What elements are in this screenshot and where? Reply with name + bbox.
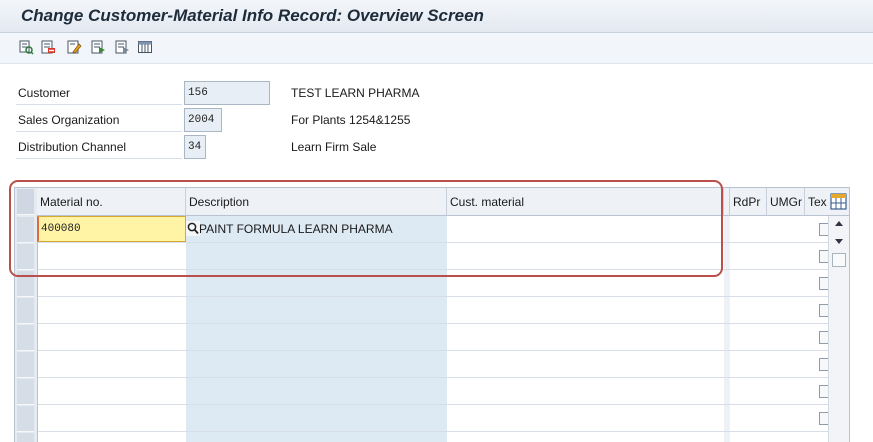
search-help-icon[interactable] (186, 221, 200, 236)
vertical-scrollbar[interactable] (828, 216, 849, 442)
row-selector[interactable] (17, 352, 34, 378)
dist-channel-description: Learn Firm Sale (291, 140, 377, 154)
umgr-column (767, 216, 806, 442)
row-divider (37, 350, 849, 351)
details-icon[interactable] (18, 39, 34, 55)
scroll-up-icon[interactable] (835, 221, 843, 226)
row-selector[interactable] (17, 271, 34, 297)
row-selector[interactable] (17, 298, 34, 324)
sales-org-description: For Plants 1254&1255 (291, 113, 411, 127)
row-selector[interactable] (17, 406, 34, 432)
row-selector[interactable] (17, 217, 34, 243)
customer-description: TEST LEARN PHARMA (291, 86, 420, 100)
col-header-cust-material[interactable]: Cust. material (447, 188, 724, 216)
title-bar: Change Customer-Material Info Record: Ov… (0, 0, 873, 33)
table-settings-icon[interactable] (137, 39, 153, 55)
row-selector[interactable] (17, 244, 34, 270)
delete-row-icon[interactable] (40, 39, 56, 55)
col-header-description[interactable]: Description (186, 188, 447, 216)
row-selector[interactable] (17, 379, 34, 405)
sales-org-label: Sales Organization (16, 108, 182, 132)
scroll-down-icon[interactable] (835, 239, 843, 244)
dist-channel-label: Distribution Channel (16, 135, 182, 159)
select-block-icon[interactable] (114, 39, 130, 55)
row-divider (37, 377, 849, 378)
material-column (37, 216, 187, 442)
scrollbar-thumb[interactable] (832, 253, 846, 267)
description-column (186, 216, 448, 442)
edit-icon[interactable] (66, 39, 82, 55)
description-cell: PAINT FORMULA LEARN PHARMA (199, 222, 393, 236)
application-toolbar (0, 33, 873, 64)
screen-title: Change Customer-Material Info Record: Ov… (21, 6, 484, 25)
col-header-material[interactable]: Material no. (37, 188, 186, 216)
col-header-umgr[interactable]: UMGr (767, 188, 805, 216)
customer-field[interactable]: 156 (184, 81, 270, 105)
col-header-text[interactable]: Tex (805, 188, 828, 216)
row-divider (37, 404, 849, 405)
cust-material-column (447, 216, 725, 442)
material-number-input[interactable]: 400080 (37, 216, 186, 242)
rdpr-column (730, 216, 768, 442)
customer-label: Customer (16, 81, 182, 105)
row-divider (37, 269, 849, 270)
row-divider (37, 431, 849, 432)
row-divider (37, 323, 849, 324)
sales-org-field[interactable]: 2004 (184, 108, 222, 132)
cust-material-cell[interactable] (450, 216, 720, 242)
row-selector[interactable] (17, 325, 34, 351)
col-header-rdpr[interactable]: RdPr (730, 188, 767, 216)
select-all-button[interactable] (17, 189, 34, 215)
row-divider (37, 296, 849, 297)
dist-channel-field[interactable]: 34 (184, 135, 206, 159)
texts-icon[interactable] (90, 39, 106, 55)
row-selector-column (15, 188, 38, 442)
row-divider (37, 242, 849, 243)
table-settings-icon[interactable] (830, 193, 847, 210)
material-table: Material no. Description Cust. material … (14, 187, 850, 442)
